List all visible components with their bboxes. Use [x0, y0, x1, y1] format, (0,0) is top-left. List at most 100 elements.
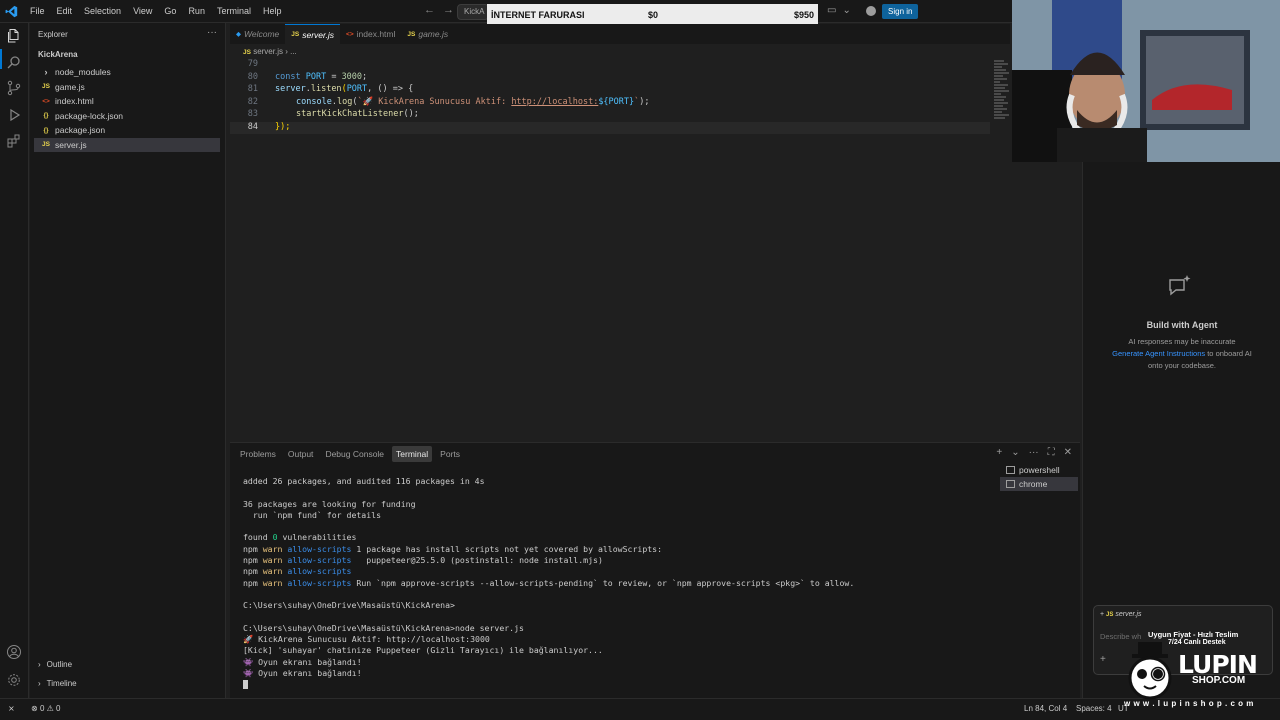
- menu-go[interactable]: Go: [158, 0, 182, 23]
- donation-current: $0: [648, 9, 659, 20]
- chevron-right-icon: ›: [38, 678, 41, 688]
- workspace-folder[interactable]: KickArena: [38, 50, 78, 59]
- donation-goal-label: İNTERNET FARURASI: [491, 9, 585, 20]
- menu-bar: File Edit Selection View Go Run Terminal…: [24, 0, 287, 23]
- menu-view[interactable]: View: [127, 0, 158, 23]
- menu-edit[interactable]: Edit: [51, 0, 79, 23]
- tab-index-html[interactable]: <> index.html: [340, 24, 401, 44]
- menu-terminal[interactable]: Terminal: [211, 0, 257, 23]
- close-panel-icon[interactable]: ✕: [1064, 447, 1072, 458]
- chevron-down-icon[interactable]: ⌄: [1011, 447, 1019, 458]
- extensions-icon[interactable]: [6, 133, 22, 149]
- tree-item-package-lock-json[interactable]: {} package-lock.json: [34, 109, 220, 123]
- terminal-line: added 26 packages, and audited 116 packa…: [243, 476, 485, 486]
- tab-debug-console[interactable]: Debug Console: [321, 446, 388, 462]
- code-editor[interactable]: 79 80 const PORT = 3000; 81 server.liste…: [230, 59, 990, 134]
- chat-disclaimer: AI responses may be inaccurate: [1128, 337, 1236, 346]
- menu-file[interactable]: File: [24, 0, 51, 23]
- command-center[interactable]: KickA: [457, 4, 489, 20]
- generate-instructions-link[interactable]: Generate Agent Instructions: [1112, 349, 1205, 358]
- problems-indicator[interactable]: ⊗ 0 ⚠ 0: [31, 704, 60, 713]
- source-control-icon[interactable]: [6, 80, 22, 96]
- js-file-icon: JS: [42, 141, 50, 148]
- chevron-down-icon[interactable]: ⌄: [842, 5, 850, 16]
- chat-title: Build with Agent: [1146, 320, 1218, 330]
- terminal-icon: [1006, 480, 1015, 488]
- back-arrow-icon[interactable]: ←: [424, 4, 435, 16]
- code-text: console.log(`🚀 KickArena Sunucusu Aktif:…: [296, 96, 650, 107]
- menu-selection[interactable]: Selection: [78, 0, 127, 23]
- settings-gear-icon[interactable]: [6, 672, 22, 688]
- js-file-icon: JS: [243, 49, 251, 56]
- cursor-position[interactable]: Ln 84, Col 4: [1024, 704, 1067, 713]
- timeline-section[interactable]: › Timeline: [34, 675, 220, 691]
- chat-instructions: Generate Agent Instructions to onboard A…: [1112, 349, 1252, 358]
- tab-welcome[interactable]: ◆ Welcome: [230, 24, 285, 44]
- tab-problems[interactable]: Problems: [236, 446, 280, 462]
- terminal-line: npm warn allow-scripts: [243, 566, 352, 577]
- mascot-icon: [1128, 642, 1172, 700]
- nav-arrows: ← →: [424, 4, 454, 16]
- minimap[interactable]: [994, 60, 1010, 170]
- account-circle-icon[interactable]: [6, 644, 22, 660]
- account-icon[interactable]: [866, 6, 876, 16]
- terminal-line: npm warn allow-scripts 1 package has ins…: [243, 543, 663, 554]
- json-file-icon: {}: [43, 112, 49, 119]
- outline-label: Outline: [46, 659, 73, 669]
- js-file-icon: JS: [42, 83, 50, 90]
- tree-item-node-modules[interactable]: › node_modules: [34, 65, 220, 79]
- add-context-icon[interactable]: +: [1100, 654, 1106, 665]
- menu-help[interactable]: Help: [257, 0, 288, 23]
- new-terminal-icon[interactable]: +: [996, 447, 1002, 458]
- terminal-line: run `npm fund` for details: [243, 509, 382, 520]
- panel-actions: + ⌄ ··· ⛶ ✕: [996, 447, 1072, 458]
- context-chip[interactable]: + JS server.js: [1100, 611, 1142, 618]
- code-line: 79: [230, 59, 990, 72]
- outline-section[interactable]: › Outline: [34, 656, 220, 672]
- js-file-icon: JS: [291, 31, 300, 38]
- tab-server-js[interactable]: JS server.js: [285, 24, 341, 44]
- run-debug-icon[interactable]: [6, 107, 22, 123]
- forward-arrow-icon[interactable]: →: [443, 4, 454, 16]
- donation-goal-amount: $950: [793, 9, 814, 20]
- localhost-link[interactable]: http://localhost:: [511, 97, 598, 107]
- vscode-logo-icon: [0, 0, 22, 22]
- breadcrumb-symbol[interactable]: ...: [290, 47, 297, 56]
- chat-icon[interactable]: ▭: [827, 5, 836, 16]
- menu-run[interactable]: Run: [182, 0, 211, 23]
- timeline-label: Timeline: [46, 678, 77, 688]
- tab-ports[interactable]: Ports: [436, 446, 464, 462]
- maximize-panel-icon[interactable]: ⛶: [1048, 447, 1055, 458]
- terminal-item-powershell[interactable]: powershell: [1000, 463, 1078, 477]
- terminal-output[interactable]: added 26 packages, and audited 116 packa…: [243, 476, 1003, 691]
- remote-icon[interactable]: ⨯: [8, 704, 15, 713]
- tree-item-package-json[interactable]: {} package.json: [34, 123, 220, 137]
- tree-item-index-html[interactable]: <> index.html: [34, 94, 220, 108]
- tab-game-js[interactable]: JS game.js: [401, 24, 454, 44]
- terminal-line: [Kick] 'suhayar' chatinize Puppeteer (Gi…: [243, 645, 603, 656]
- webcam-overlay: [1012, 0, 1280, 162]
- terminal-cursor: [243, 680, 248, 690]
- js-file-icon: JS: [407, 30, 416, 38]
- line-number: 81: [247, 84, 258, 94]
- tree-item-game-js[interactable]: JS game.js: [34, 80, 220, 94]
- logo-shop: SHOP.COM: [1192, 675, 1246, 686]
- tab-output[interactable]: Output: [284, 446, 318, 462]
- terminal-item-chrome[interactable]: chrome: [1000, 477, 1078, 491]
- line-number: 84: [247, 121, 258, 132]
- terminal-line: 👾 Oyun ekranı bağlandı!: [243, 668, 362, 679]
- json-file-icon: {}: [43, 126, 49, 134]
- webcam-image: [1012, 0, 1280, 162]
- tab-terminal[interactable]: Terminal: [392, 446, 433, 462]
- tree-item-label: index.html: [55, 96, 94, 106]
- indentation[interactable]: Spaces: 4: [1076, 704, 1112, 713]
- more-actions-icon[interactable]: ···: [1029, 447, 1039, 458]
- explorer-icon[interactable]: [6, 28, 22, 44]
- terminal-line: npm warn allow-scripts Run `npm approve-…: [243, 577, 855, 588]
- tree-item-server-js[interactable]: JS server.js: [34, 137, 220, 152]
- line-number: 82: [247, 96, 258, 107]
- more-actions-icon[interactable]: ···: [207, 27, 217, 38]
- search-icon[interactable]: [6, 54, 22, 70]
- sign-in-button[interactable]: Sign in: [882, 4, 919, 19]
- breadcrumb-file[interactable]: server.js: [253, 47, 283, 56]
